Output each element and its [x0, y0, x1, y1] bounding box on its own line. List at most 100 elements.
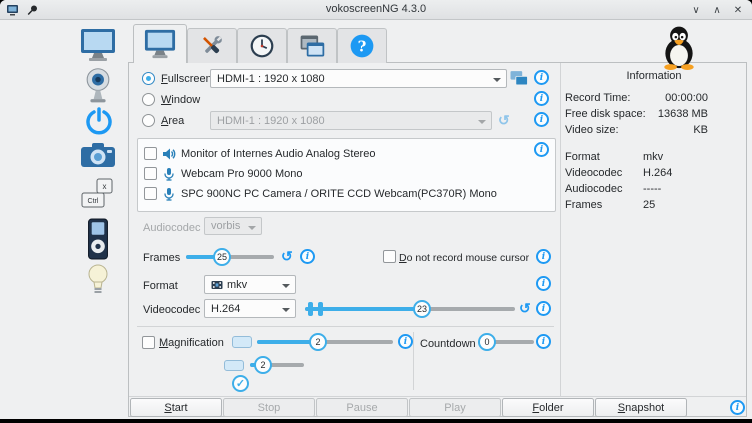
magnification-apply-check[interactable]: ✓ [232, 375, 249, 392]
magnification-label[interactable]: Magnification [159, 336, 224, 350]
videocodec-quality-slider[interactable]: 23 [305, 300, 515, 318]
format-combobox[interactable]: mkv [204, 275, 296, 294]
microphone-icon [162, 187, 176, 201]
magnification-slider-2[interactable]: 2 [250, 356, 304, 374]
area-info-icon[interactable]: i [534, 112, 549, 127]
area-label[interactable]: Area [161, 114, 184, 128]
sidebar-item-camera[interactable] [80, 140, 116, 170]
pause-button: Pause [316, 398, 408, 417]
magnification-divider [137, 326, 554, 327]
mouse-cursor-info-icon[interactable]: i [536, 249, 551, 264]
audio-device-label: SPC 900NC PC Camera / ORITE CCD Webcam(P… [181, 188, 497, 200]
audiocodec-label: Audiocodec [143, 221, 201, 235]
tab-tools[interactable] [187, 28, 237, 63]
record-time-label: Record Time: [565, 92, 630, 104]
tab-screen[interactable] [133, 24, 187, 63]
window-radio[interactable] [142, 93, 155, 106]
frames-value: 25 [217, 252, 227, 262]
tools-icon [191, 32, 233, 60]
disk-space-row: Free disk space: 13638 MB [565, 108, 708, 120]
help-icon: ? [341, 32, 383, 60]
tab-windows[interactable] [287, 28, 337, 63]
window-info-icon[interactable]: i [534, 91, 549, 106]
videocodec-quality-value: 23 [417, 304, 427, 314]
start-button[interactable]: Start [130, 398, 222, 417]
maximize-button[interactable]: ∧ [711, 5, 723, 16]
svg-text:Ctrl: Ctrl [88, 198, 99, 205]
record-time-value: 00:00:00 [665, 92, 708, 104]
frames-slider-handle[interactable]: 25 [213, 248, 231, 266]
stop-button: Stop [223, 398, 315, 417]
film-icon [211, 279, 223, 291]
tux-logo [658, 24, 700, 62]
ip-audiocodec-label: Audiocodec [565, 182, 623, 196]
audio-device-row: Webcam Pro 9000 Mono [144, 165, 555, 182]
fullscreen-radio[interactable] [142, 72, 155, 85]
videocodec-reset-icon[interactable]: ↺ [519, 300, 531, 316]
magnification-value: 2 [315, 337, 320, 347]
display-clone-button[interactable] [509, 70, 529, 87]
magnification-info-icon[interactable]: i [398, 334, 413, 349]
videocodec-info-icon[interactable]: i [536, 301, 551, 316]
format-label: Format [143, 279, 178, 293]
frames-reset-icon[interactable]: ↺ [281, 248, 293, 264]
slider-tick[interactable] [318, 302, 323, 316]
fullscreen-combobox[interactable]: HDMI-1 : 1920 x 1080 [210, 69, 507, 88]
magnification-checkbox[interactable] [142, 336, 155, 349]
video-size-value: KB [693, 124, 708, 136]
videocodec-quality-handle[interactable]: 23 [413, 300, 431, 318]
audio-device-row: Monitor of Internes Audio Analog Stereo [144, 145, 555, 162]
window-label[interactable]: Window [161, 93, 200, 107]
sidebar-item-power[interactable] [85, 106, 113, 136]
audiocodec-combobox-value: vorbis [211, 220, 240, 232]
sidebar-item-webcam[interactable] [85, 66, 111, 104]
keyboard-keys-icon: xCtrl [80, 176, 116, 212]
buttons-divider [129, 396, 746, 397]
sidebar-item-idea[interactable] [87, 262, 109, 298]
audio-device-checkbox[interactable] [144, 187, 157, 200]
minimize-button[interactable]: ∨ [690, 5, 702, 16]
frames-info-icon[interactable]: i [300, 249, 315, 264]
snapshot-button[interactable]: Snapshot [595, 398, 687, 417]
format-combobox-value: mkv [227, 279, 247, 291]
mouse-cursor-checkbox[interactable] [383, 250, 396, 263]
audio-device-row: SPC 900NC PC Camera / ORITE CCD Webcam(P… [144, 185, 555, 202]
sidebar-item-shortcut-keys[interactable]: xCtrl [80, 176, 116, 212]
sidebar-item-screen[interactable] [78, 27, 118, 63]
audiocodec-combobox: vorbis [204, 217, 262, 235]
mouse-cursor-label[interactable]: Do not record mouse cursor [399, 251, 529, 265]
info-panel-title: Information [565, 70, 743, 82]
audio-device-checkbox[interactable] [144, 167, 157, 180]
tab-timer[interactable] [237, 28, 287, 63]
windows-icon [291, 32, 333, 60]
record-time-row: Record Time: 00:00:00 [565, 92, 708, 104]
magnification-value-2: 2 [260, 360, 265, 370]
videocodec-combobox[interactable]: H.264 [204, 299, 296, 318]
audio-device-checkbox[interactable] [144, 147, 157, 160]
slider-tick[interactable] [308, 302, 313, 316]
area-radio[interactable] [142, 114, 155, 127]
videocodec-combobox-value: H.264 [211, 303, 240, 315]
disk-space-value: 13638 MB [658, 108, 708, 120]
format-info-icon[interactable]: i [536, 276, 551, 291]
tab-help[interactable]: ? [337, 28, 387, 63]
magnification-slider[interactable]: 2 [257, 333, 393, 351]
countdown-slider[interactable]: 0 [478, 333, 534, 351]
audio-info-icon[interactable]: i [534, 142, 549, 157]
buttons-info-icon[interactable]: i [730, 400, 745, 415]
titlebar[interactable]: vokoscreenNG 4.3.0 ∨ ∧ ✕ [0, 0, 752, 20]
countdown-info-icon[interactable]: i [536, 334, 551, 349]
ip-frames-label: Frames [565, 198, 602, 212]
frames-slider[interactable]: 25 [186, 248, 274, 266]
folder-button[interactable]: Folder [502, 398, 594, 417]
fullscreen-label[interactable]: Fullscreen [161, 72, 212, 86]
media-player-icon [87, 218, 109, 260]
magnification-slider-2-handle[interactable]: 2 [254, 356, 272, 374]
sidebar-item-media-player[interactable] [87, 218, 109, 260]
close-button[interactable]: ✕ [732, 5, 744, 16]
magnification-slider-handle[interactable]: 2 [309, 333, 327, 351]
countdown-slider-handle[interactable]: 0 [478, 333, 496, 351]
clock-icon [241, 32, 283, 60]
disk-space-label: Free disk space: [565, 108, 646, 120]
fullscreen-info-icon[interactable]: i [534, 70, 549, 85]
